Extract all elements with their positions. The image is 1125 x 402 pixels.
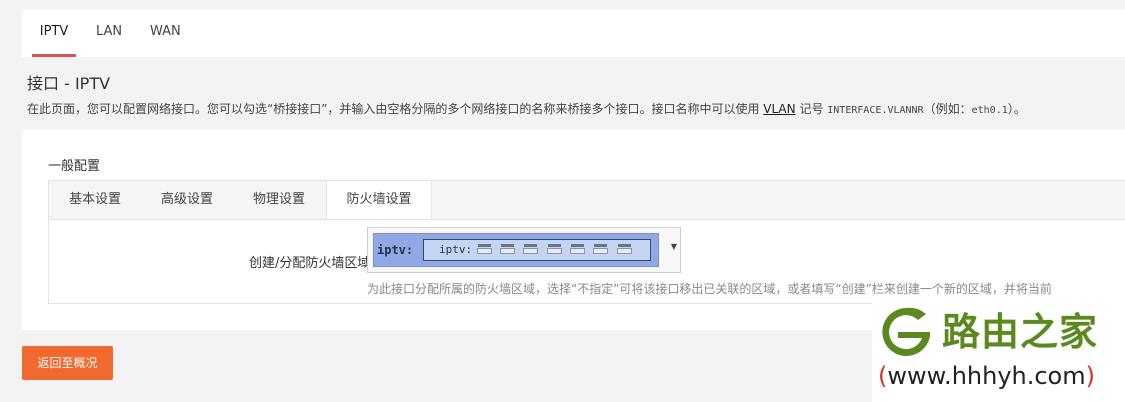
zone-network-box: iptv: [423, 239, 651, 261]
firewall-zone-select[interactable]: iptv: iptv: ▼ [367, 227, 681, 273]
tab-lan[interactable]: LAN [96, 10, 122, 54]
zone-name: iptv: [377, 243, 414, 257]
firewall-zone-help: 为此接口分配所属的防火墙区域，选择“不指定”可将该接口移出已关联的区域，或者填写… [367, 282, 1052, 296]
zone-network-name: iptv: [439, 243, 473, 256]
page-title: 接口 - IPTV [27, 74, 111, 93]
desc-text: ）。 [1007, 102, 1026, 116]
back-to-overview-button[interactable]: 返回至概况 [22, 346, 113, 380]
network-port-icon [500, 244, 515, 255]
watermark-url: (www.hhhyh.com) [878, 362, 1095, 390]
url-paren-open: ( [878, 362, 888, 390]
tab-iptv[interactable]: IPTV [32, 10, 76, 57]
tab-firewall-settings[interactable]: 防火墙设置 [326, 181, 432, 219]
network-port-icon [570, 244, 585, 255]
tab-physical-settings[interactable]: 物理设置 [253, 181, 305, 218]
desc-text: 记号 [795, 102, 828, 116]
network-port-icon [547, 244, 562, 255]
url-text: www.hhhyh.com [887, 362, 1086, 390]
desc-code: INTERFACE.VLANNR [827, 105, 924, 116]
watermark: 路由之家 (www.hhhyh.com) [872, 298, 1125, 402]
firewall-zone-label: 创建/分配防火墙区域 [249, 256, 371, 271]
zone-chip: iptv: iptv: [373, 233, 659, 267]
config-subtabs: 基本设置 高级设置 物理设置 防火墙设置 [48, 180, 1125, 220]
router-logo-icon [882, 307, 930, 356]
network-port-icon [593, 244, 608, 255]
tab-wan[interactable]: WAN [150, 10, 181, 54]
page-description: 在此页面，您可以配置网络接口。您可以勾选“桥接接口”，并输入由空格分隔的多个网络… [27, 100, 1026, 117]
tab-advanced-settings[interactable]: 高级设置 [161, 181, 213, 218]
network-port-icon [523, 244, 538, 255]
url-paren-close: ) [1085, 362, 1095, 390]
interface-tab-bar: IPTV LAN WAN [22, 10, 1125, 57]
tab-basic-settings[interactable]: 基本设置 [69, 181, 121, 218]
network-port-icon [617, 244, 632, 255]
firewall-panel: 创建/分配防火墙区域 iptv: iptv: ▼ 为此接口分配所属的防火墙区域，… [48, 217, 1125, 304]
section-title: 一般配置 [48, 159, 101, 174]
desc-text: 在此页面，您可以配置网络接口。您可以勾选“桥接接口”，并输入由空格分隔的多个网络… [27, 102, 764, 116]
dropdown-arrow-icon[interactable]: ▼ [671, 242, 677, 251]
network-port-icon [477, 244, 492, 255]
desc-text: （例如： [923, 102, 972, 116]
vlan-link[interactable]: VLAN [763, 102, 795, 116]
desc-example: eth0.1 [971, 105, 1008, 116]
watermark-brand: 路由之家 [942, 310, 1099, 354]
